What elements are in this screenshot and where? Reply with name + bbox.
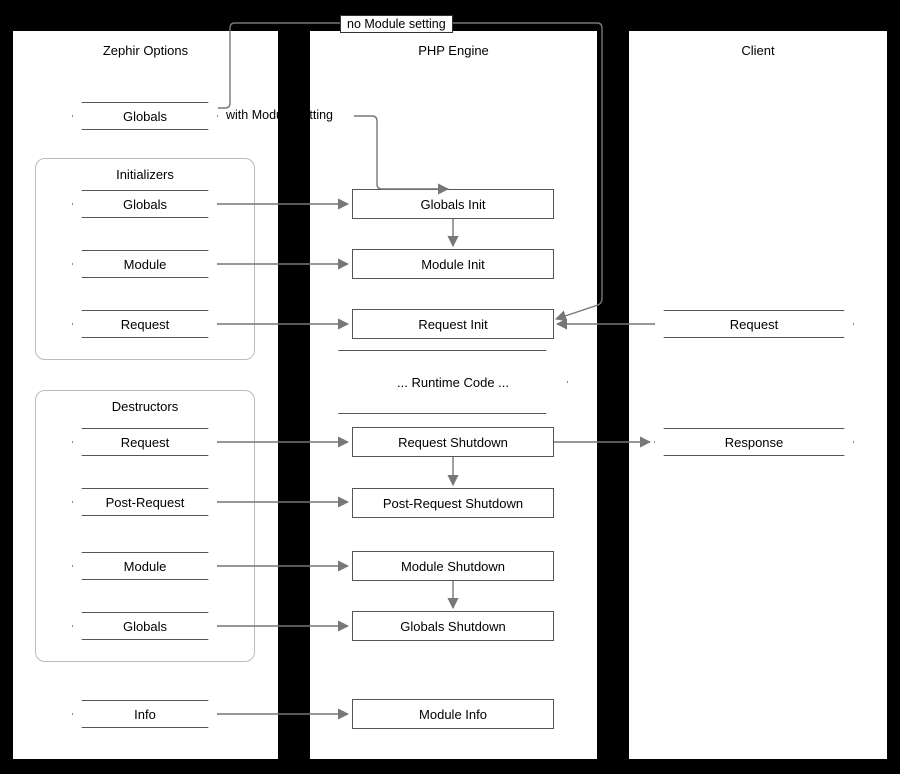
node-module-shutdown: Module Shutdown bbox=[352, 551, 554, 581]
node-request-shutdown: Request Shutdown bbox=[352, 427, 554, 457]
node-dest-globals: Globals bbox=[72, 612, 218, 640]
node-client-request: Request bbox=[654, 310, 854, 338]
node-module-info: Module Info bbox=[352, 699, 554, 729]
node-module-info-label: Module Info bbox=[419, 707, 487, 722]
node-request-shutdown-label: Request Shutdown bbox=[398, 435, 508, 450]
node-zephir-globals: Globals bbox=[72, 102, 218, 130]
node-globals-shutdown: Globals Shutdown bbox=[352, 611, 554, 641]
node-init-module-label: Module bbox=[124, 257, 167, 272]
node-info-label: Info bbox=[134, 707, 156, 722]
node-init-request-label: Request bbox=[121, 317, 169, 332]
column-client: Client bbox=[628, 30, 888, 760]
node-runtime-label: ... Runtime Code ... bbox=[397, 375, 509, 390]
node-request-init-label: Request Init bbox=[418, 317, 487, 332]
node-globals-shutdown-label: Globals Shutdown bbox=[400, 619, 506, 634]
node-module-init-label: Module Init bbox=[421, 257, 485, 272]
label-with-module: with Module setting bbox=[226, 108, 333, 122]
node-init-module: Module bbox=[72, 250, 218, 278]
node-init-globals-label: Globals bbox=[123, 197, 167, 212]
column-zephir-title: Zephir Options bbox=[13, 31, 278, 62]
node-post-request-shutdown: Post-Request Shutdown bbox=[352, 488, 554, 518]
node-dest-postrequest-label: Post-Request bbox=[106, 495, 185, 510]
node-globals-init-label: Globals Init bbox=[420, 197, 485, 212]
node-runtime: ... Runtime Code ... bbox=[338, 350, 568, 414]
node-post-request-shutdown-label: Post-Request Shutdown bbox=[383, 496, 523, 511]
node-info: Info bbox=[72, 700, 218, 728]
node-dest-request-label: Request bbox=[121, 435, 169, 450]
node-request-init: Request Init bbox=[352, 309, 554, 339]
node-dest-globals-label: Globals bbox=[123, 619, 167, 634]
group-destructors-title: Destructors bbox=[36, 391, 254, 418]
column-php-title: PHP Engine bbox=[310, 31, 597, 62]
node-zephir-globals-label: Globals bbox=[123, 109, 167, 124]
node-module-init: Module Init bbox=[352, 249, 554, 279]
group-initializers-title: Initializers bbox=[36, 159, 254, 186]
node-init-globals: Globals bbox=[72, 190, 218, 218]
node-module-shutdown-label: Module Shutdown bbox=[401, 559, 505, 574]
node-dest-module-label: Module bbox=[124, 559, 167, 574]
node-client-request-label: Request bbox=[730, 317, 778, 332]
node-init-request: Request bbox=[72, 310, 218, 338]
node-dest-request: Request bbox=[72, 428, 218, 456]
node-dest-postrequest: Post-Request bbox=[72, 488, 218, 516]
column-client-title: Client bbox=[629, 31, 887, 62]
node-dest-module: Module bbox=[72, 552, 218, 580]
node-client-response: Response bbox=[654, 428, 854, 456]
node-globals-init: Globals Init bbox=[352, 189, 554, 219]
node-client-response-label: Response bbox=[725, 435, 784, 450]
label-no-module: no Module setting bbox=[340, 15, 453, 33]
